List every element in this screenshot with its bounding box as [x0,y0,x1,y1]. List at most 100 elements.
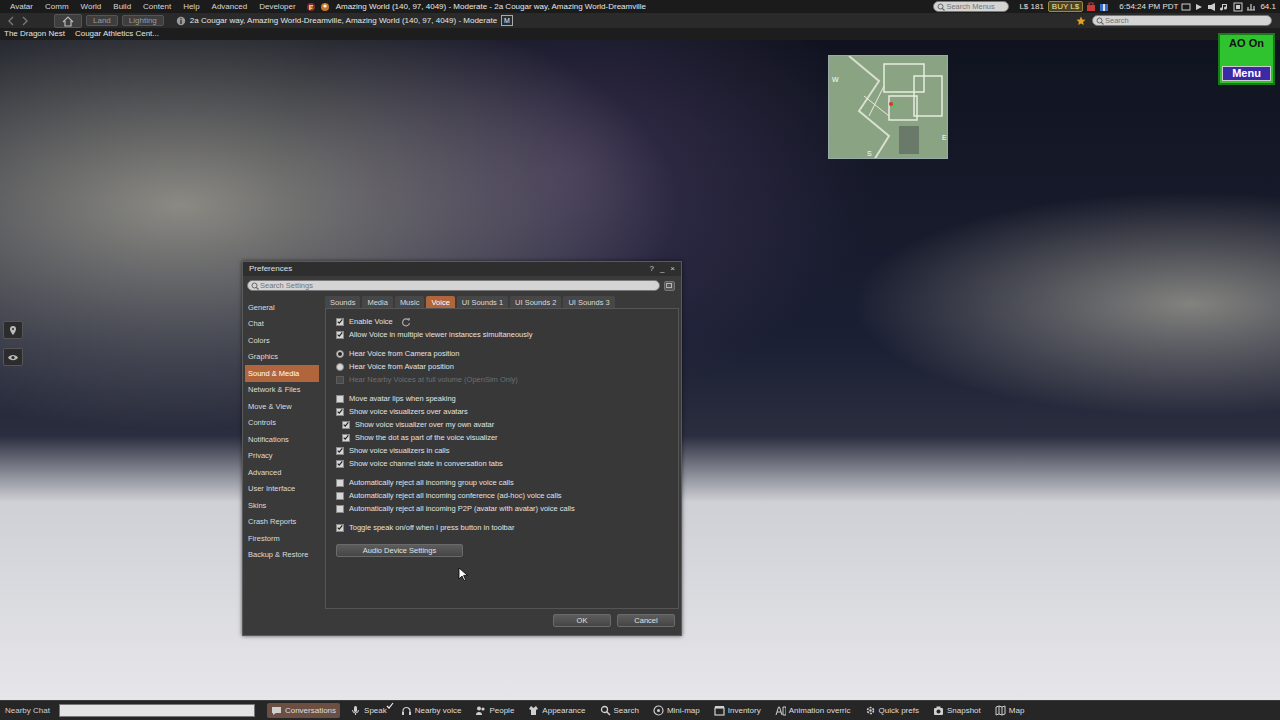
nav-button[interactable]: Lighting [122,15,164,27]
radio-setting[interactable]: Hear Voice from Avatar position [336,360,668,373]
tab[interactable]: Sounds [325,296,360,308]
tab[interactable]: UI Sounds 2 [510,296,561,308]
search-options-icon[interactable] [664,281,675,291]
nav-button[interactable]: Land [86,15,118,27]
category-item[interactable]: User Interface [245,481,319,498]
menu-item[interactable]: Developer [253,2,301,12]
checkbox-setting[interactable]: Automatically reject all incoming confer… [336,489,668,502]
help-button[interactable]: ? [649,264,653,274]
refresh-icon[interactable] [401,317,411,327]
info-icon[interactable] [176,16,186,26]
toolbar-button[interactable]: Appearance [524,703,589,718]
checkbox-setting[interactable]: Show voice visualizer over my own avatar [342,418,668,431]
menu-item[interactable]: Help [177,2,205,12]
checkbox-setting[interactable]: Toggle speak on/off when I press button … [336,521,668,534]
settings-search[interactable] [247,280,660,291]
media-icon[interactable] [1181,2,1191,12]
minimize-button[interactable]: _ [660,264,664,274]
toolbar-button[interactable]: Quick prefs [861,703,923,718]
nav-search[interactable] [1092,15,1272,26]
category-item[interactable]: Privacy [245,448,319,465]
toolbar-button[interactable]: Inventory [710,703,765,718]
minimap[interactable]: WES [828,55,948,159]
checkbox-setting[interactable]: Show voice channel state in conversation… [336,457,668,470]
category-item[interactable]: Advanced [245,464,319,481]
tab[interactable]: Music [395,296,425,308]
checkbox-setting[interactable]: Automatically reject all incoming group … [336,476,668,489]
home-icon[interactable] [54,14,82,28]
toolbar-button[interactable]: Search [596,703,643,718]
checkbox-setting[interactable]: Show voice visualizers in calls [336,444,668,457]
toolbar-button[interactable]: Conversations [267,703,340,718]
menu-item[interactable]: World [75,2,108,12]
checkbox[interactable] [342,434,350,442]
checkbox[interactable] [336,524,344,532]
radio-button[interactable] [336,350,344,358]
address-field[interactable]: 2a Cougar way, Amazing World-Dreamville,… [190,16,497,26]
toolbar-button[interactable]: Snapshot [929,703,985,718]
menu-item[interactable]: Comm [39,2,75,12]
category-item[interactable]: Backup & Restore [245,547,319,564]
radio-button[interactable] [336,363,344,371]
checkbox-setting[interactable]: Show the dot as part of the voice visual… [342,431,668,444]
music-icon[interactable] [1220,2,1230,12]
toolbar-button[interactable]: Nearby voice [397,703,466,718]
favorite-star-icon[interactable] [1076,16,1086,26]
checkbox-setting[interactable]: Show voice visualizers over avatars [336,405,668,418]
tab[interactable]: Media [362,296,392,308]
menu-item[interactable]: Build [107,2,137,12]
category-item[interactable]: Notifications [245,431,319,448]
ok-button[interactable]: OK [553,614,611,627]
checkbox[interactable] [336,395,344,403]
category-item[interactable]: Skins [245,497,319,514]
checkbox[interactable] [336,447,344,455]
favorite-landmark[interactable]: Cougar Athletics Cent... [75,29,159,39]
toolbar-button[interactable]: Mini-map [649,703,704,718]
category-item[interactable]: General [245,299,319,316]
tab[interactable]: Voice [426,296,454,308]
menu-item[interactable]: Avatar [4,2,39,12]
category-item[interactable]: Graphics [245,349,319,366]
tab[interactable]: UI Sounds 3 [563,296,614,308]
play-icon[interactable] [1194,2,1204,12]
menu-item[interactable]: Content [137,2,177,12]
category-item[interactable]: Crash Reports [245,514,319,531]
back-icon[interactable] [6,15,16,27]
nav-search-input[interactable] [1105,16,1267,25]
toolbar-button[interactable]: Animation overric [771,703,855,718]
checkbox[interactable] [342,421,350,429]
graph-icon[interactable] [1246,2,1256,12]
toolbar-button[interactable]: Map [991,703,1029,718]
buy-currency-button[interactable]: BUY L$ [1048,1,1083,13]
preferences-window[interactable]: Preferences?_×GeneralChatColorsGraphicsS… [242,261,682,636]
category-item[interactable]: Controls [245,415,319,432]
hud-menu-button[interactable]: Menu [1222,66,1271,81]
checkbox-setting[interactable]: Move avatar lips when speaking [336,392,668,405]
checkbox-setting[interactable]: Automatically reject all incoming P2P (a… [336,502,668,515]
checkbox-setting[interactable]: Allow Voice in multiple viewer instances… [336,328,668,341]
menu-search[interactable] [933,1,1009,12]
category-item[interactable]: Chat [245,316,319,333]
checkbox[interactable] [336,331,344,339]
category-item[interactable]: Colors [245,332,319,349]
checkbox[interactable] [336,408,344,416]
close-button[interactable]: × [670,264,675,274]
radio-setting[interactable]: Hear Voice from Camera position [336,347,668,360]
forward-icon[interactable] [20,15,30,27]
checkbox[interactable] [336,460,344,468]
toolbar-button[interactable]: People [471,703,518,718]
animation-override-hud[interactable]: AO OnMenu [1218,33,1275,85]
stop-icon[interactable] [1233,2,1243,12]
location-pin-icon[interactable] [3,321,23,339]
category-item[interactable]: Network & Files [245,382,319,399]
menu-item[interactable]: Advanced [206,2,254,12]
eye-icon[interactable] [3,348,23,366]
checkbox[interactable] [336,318,344,326]
checkbox[interactable] [336,505,344,513]
cancel-button[interactable]: Cancel [617,614,675,627]
toolbar-button[interactable]: Speak [346,703,391,718]
category-item[interactable]: Firestorm [245,530,319,547]
category-item[interactable]: Move & View [245,398,319,415]
category-item[interactable]: Sound & Media [245,365,319,382]
audio-device-settings-button[interactable]: Audio Device Settings [336,544,463,557]
